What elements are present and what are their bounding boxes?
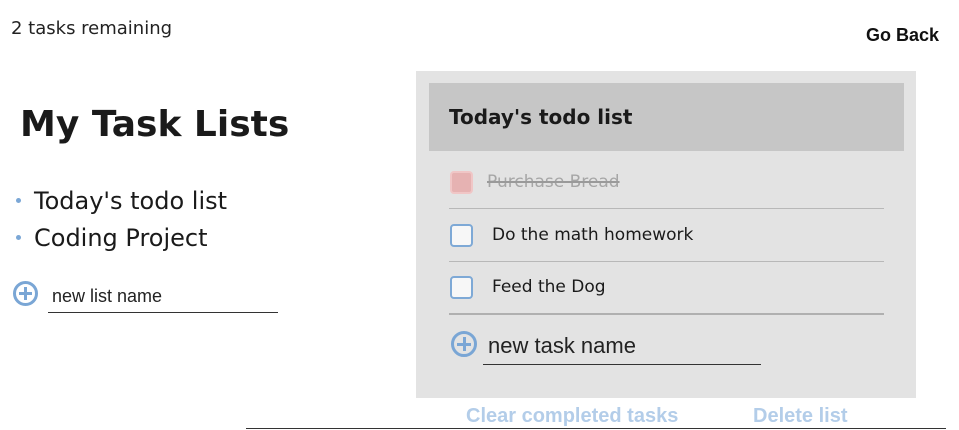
task-label: Do the math homework bbox=[492, 225, 694, 245]
plus-circle-icon[interactable] bbox=[451, 331, 477, 357]
task-list-item[interactable]: Coding Project bbox=[14, 219, 227, 256]
plus-circle-icon[interactable] bbox=[13, 281, 38, 306]
task-label: Purchase Bread bbox=[487, 172, 620, 192]
task-checkbox[interactable] bbox=[450, 275, 473, 299]
task-row: Purchase Bread bbox=[449, 156, 884, 209]
task-list-item[interactable]: Today's todo list bbox=[14, 182, 227, 219]
bullet-icon bbox=[16, 235, 21, 240]
go-back-link[interactable]: Go Back bbox=[866, 25, 939, 46]
tasks-remaining-count: 2 tasks remaining bbox=[11, 18, 173, 39]
clear-completed-button[interactable]: Clear completed tasks bbox=[466, 405, 678, 428]
task-row: Feed the Dog bbox=[449, 261, 884, 315]
task-list-label[interactable]: Coding Project bbox=[34, 224, 208, 252]
panel-title: Today's todo list bbox=[449, 105, 633, 129]
task-list-panel: Today's todo list Purchase Bread Do the … bbox=[416, 71, 916, 398]
bullet-icon bbox=[16, 198, 21, 203]
task-checkbox[interactable] bbox=[450, 170, 473, 194]
panel-header: Today's todo list bbox=[429, 83, 904, 151]
task-lists: Today's todo list Coding Project bbox=[14, 182, 227, 256]
divider bbox=[246, 428, 946, 429]
task-row: Do the math homework bbox=[449, 209, 884, 262]
task-checkbox[interactable] bbox=[450, 223, 473, 247]
task-list-label[interactable]: Today's todo list bbox=[34, 187, 227, 215]
new-task-name-input[interactable] bbox=[483, 327, 761, 365]
delete-list-button[interactable]: Delete list bbox=[753, 405, 847, 428]
task-label: Feed the Dog bbox=[492, 277, 606, 297]
new-list-name-input[interactable] bbox=[48, 281, 278, 313]
page-title: My Task Lists bbox=[20, 104, 290, 145]
